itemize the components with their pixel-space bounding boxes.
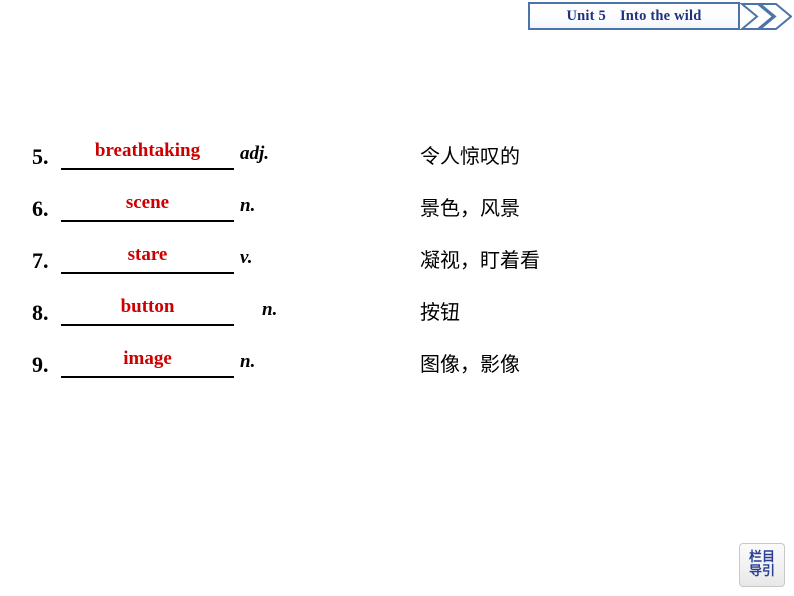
chinese-meaning: 图像，影像 <box>420 352 520 376</box>
answer-blank: breathtaking <box>61 136 234 170</box>
item-number: 7. <box>32 248 49 273</box>
chinese-meaning: 令人惊叹的 <box>420 144 520 168</box>
answer-blank: image <box>61 344 234 378</box>
answer-blank: stare <box>61 240 234 274</box>
unit-title-text: Unit 5 Into the wild <box>566 8 701 25</box>
vocabulary-row: 8. button n. 按钮 <box>0 292 794 344</box>
chinese-meaning: 按钮 <box>420 300 460 324</box>
vocabulary-row: 5. breathtaking adj. 令人惊叹的 <box>0 136 794 188</box>
answer-blank: button <box>61 292 234 326</box>
answer-word: breathtaking <box>94 140 201 161</box>
part-of-speech: v. <box>240 247 253 268</box>
chinese-meaning: 凝视，盯着看 <box>420 248 540 272</box>
item-number: 8. <box>32 300 49 325</box>
part-of-speech: n. <box>240 351 256 372</box>
vocabulary-row: 9. image n. 图像，影像 <box>0 344 794 396</box>
column-guide-line2: 导引 <box>748 564 775 579</box>
part-of-speech: n. <box>262 299 278 320</box>
part-of-speech: n. <box>240 195 256 216</box>
chinese-meaning: 景色，风景 <box>420 196 520 220</box>
vocabulary-list: 5. breathtaking adj. 令人惊叹的 6. scene n. 景… <box>0 136 794 396</box>
double-chevron-right-icon <box>739 2 793 31</box>
answer-word: button <box>120 296 175 317</box>
item-number: 6. <box>32 196 49 221</box>
answer-word: stare <box>127 244 168 265</box>
part-of-speech: adj. <box>240 143 270 164</box>
unit-number-label: Unit 5 <box>566 7 606 24</box>
column-guide-line1: 栏目 <box>748 550 775 566</box>
unit-name-label: Into the wild <box>619 7 702 24</box>
answer-word: image <box>123 348 172 369</box>
vocabulary-row: 7. stare v. 凝视，盯着看 <box>0 240 794 292</box>
unit-title-box: Unit 5 Into the wild <box>528 2 740 30</box>
vocabulary-row: 6. scene n. 景色，风景 <box>0 188 794 240</box>
column-guide-button[interactable]: 栏目 导引 <box>739 543 785 587</box>
answer-word: scene <box>125 192 170 213</box>
item-number: 9. <box>32 352 49 377</box>
item-number: 5. <box>32 144 49 169</box>
unit-header-banner: Unit 5 Into the wild <box>528 2 793 32</box>
answer-blank: scene <box>61 188 234 222</box>
